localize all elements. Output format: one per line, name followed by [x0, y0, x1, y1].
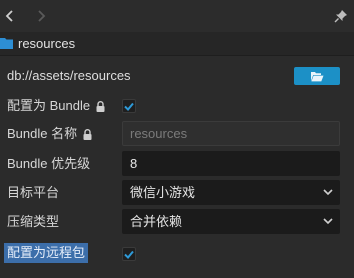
row-is-bundle: 配置为 Bundle — [0, 92, 354, 120]
chevron-down-icon — [323, 189, 333, 196]
lock-icon — [96, 100, 105, 112]
bundle-name-label-text: Bundle 名称 — [7, 126, 78, 141]
is-bundle-label-text: 配置为 Bundle — [7, 98, 91, 113]
target-platform-value: 微信小游戏 — [130, 185, 196, 200]
bundle-priority-input[interactable]: 8 — [122, 151, 340, 176]
folder-open-icon — [311, 71, 324, 81]
inspector-toolbar — [0, 0, 354, 32]
asset-path: db://assets/resources — [7, 68, 131, 83]
row-compression-type: 压缩类型 合并依赖 — [0, 208, 354, 236]
row-bundle-name: Bundle 名称 resources — [0, 120, 354, 148]
asset-header: resources — [0, 32, 354, 56]
bundle-priority-label: Bundle 优先级 — [7, 156, 91, 171]
is-remote-checkbox[interactable] — [122, 247, 136, 261]
chevron-right-icon — [38, 10, 46, 22]
checkmark-icon — [124, 102, 134, 111]
compression-type-label: 压缩类型 — [7, 214, 60, 229]
target-platform-select[interactable]: 微信小游戏 — [122, 180, 340, 205]
compression-type-select[interactable]: 合并依赖 — [122, 209, 340, 234]
forward-button[interactable] — [32, 7, 50, 25]
row-is-remote: 配置为远程包 — [0, 240, 354, 268]
is-remote-label: 配置为远程包 — [4, 243, 89, 263]
is-bundle-label: 配置为 Bundle — [7, 97, 105, 115]
is-bundle-checkbox[interactable] — [122, 99, 136, 113]
bundle-name-input[interactable]: resources — [122, 121, 340, 146]
asset-inspector-panel: resources db://assets/resources 配置为 Bund… — [0, 0, 354, 278]
bundle-name-label: Bundle 名称 — [7, 125, 92, 143]
chevron-left-icon — [5, 10, 13, 22]
chevron-down-icon — [323, 218, 333, 225]
pin-icon[interactable] — [334, 9, 348, 23]
checkmark-icon — [124, 250, 134, 259]
compression-type-value: 合并依赖 — [130, 214, 183, 229]
folder-icon — [0, 38, 13, 49]
lock-icon — [83, 128, 92, 140]
asset-name: resources — [18, 36, 76, 51]
back-button[interactable] — [1, 7, 19, 25]
row-bundle-priority: Bundle 优先级 8 — [0, 150, 354, 178]
bundle-name-placeholder: resources — [130, 126, 188, 141]
target-platform-label: 目标平台 — [7, 185, 60, 200]
row-target-platform: 目标平台 微信小游戏 — [0, 179, 354, 207]
open-in-explorer-button[interactable] — [294, 67, 340, 85]
